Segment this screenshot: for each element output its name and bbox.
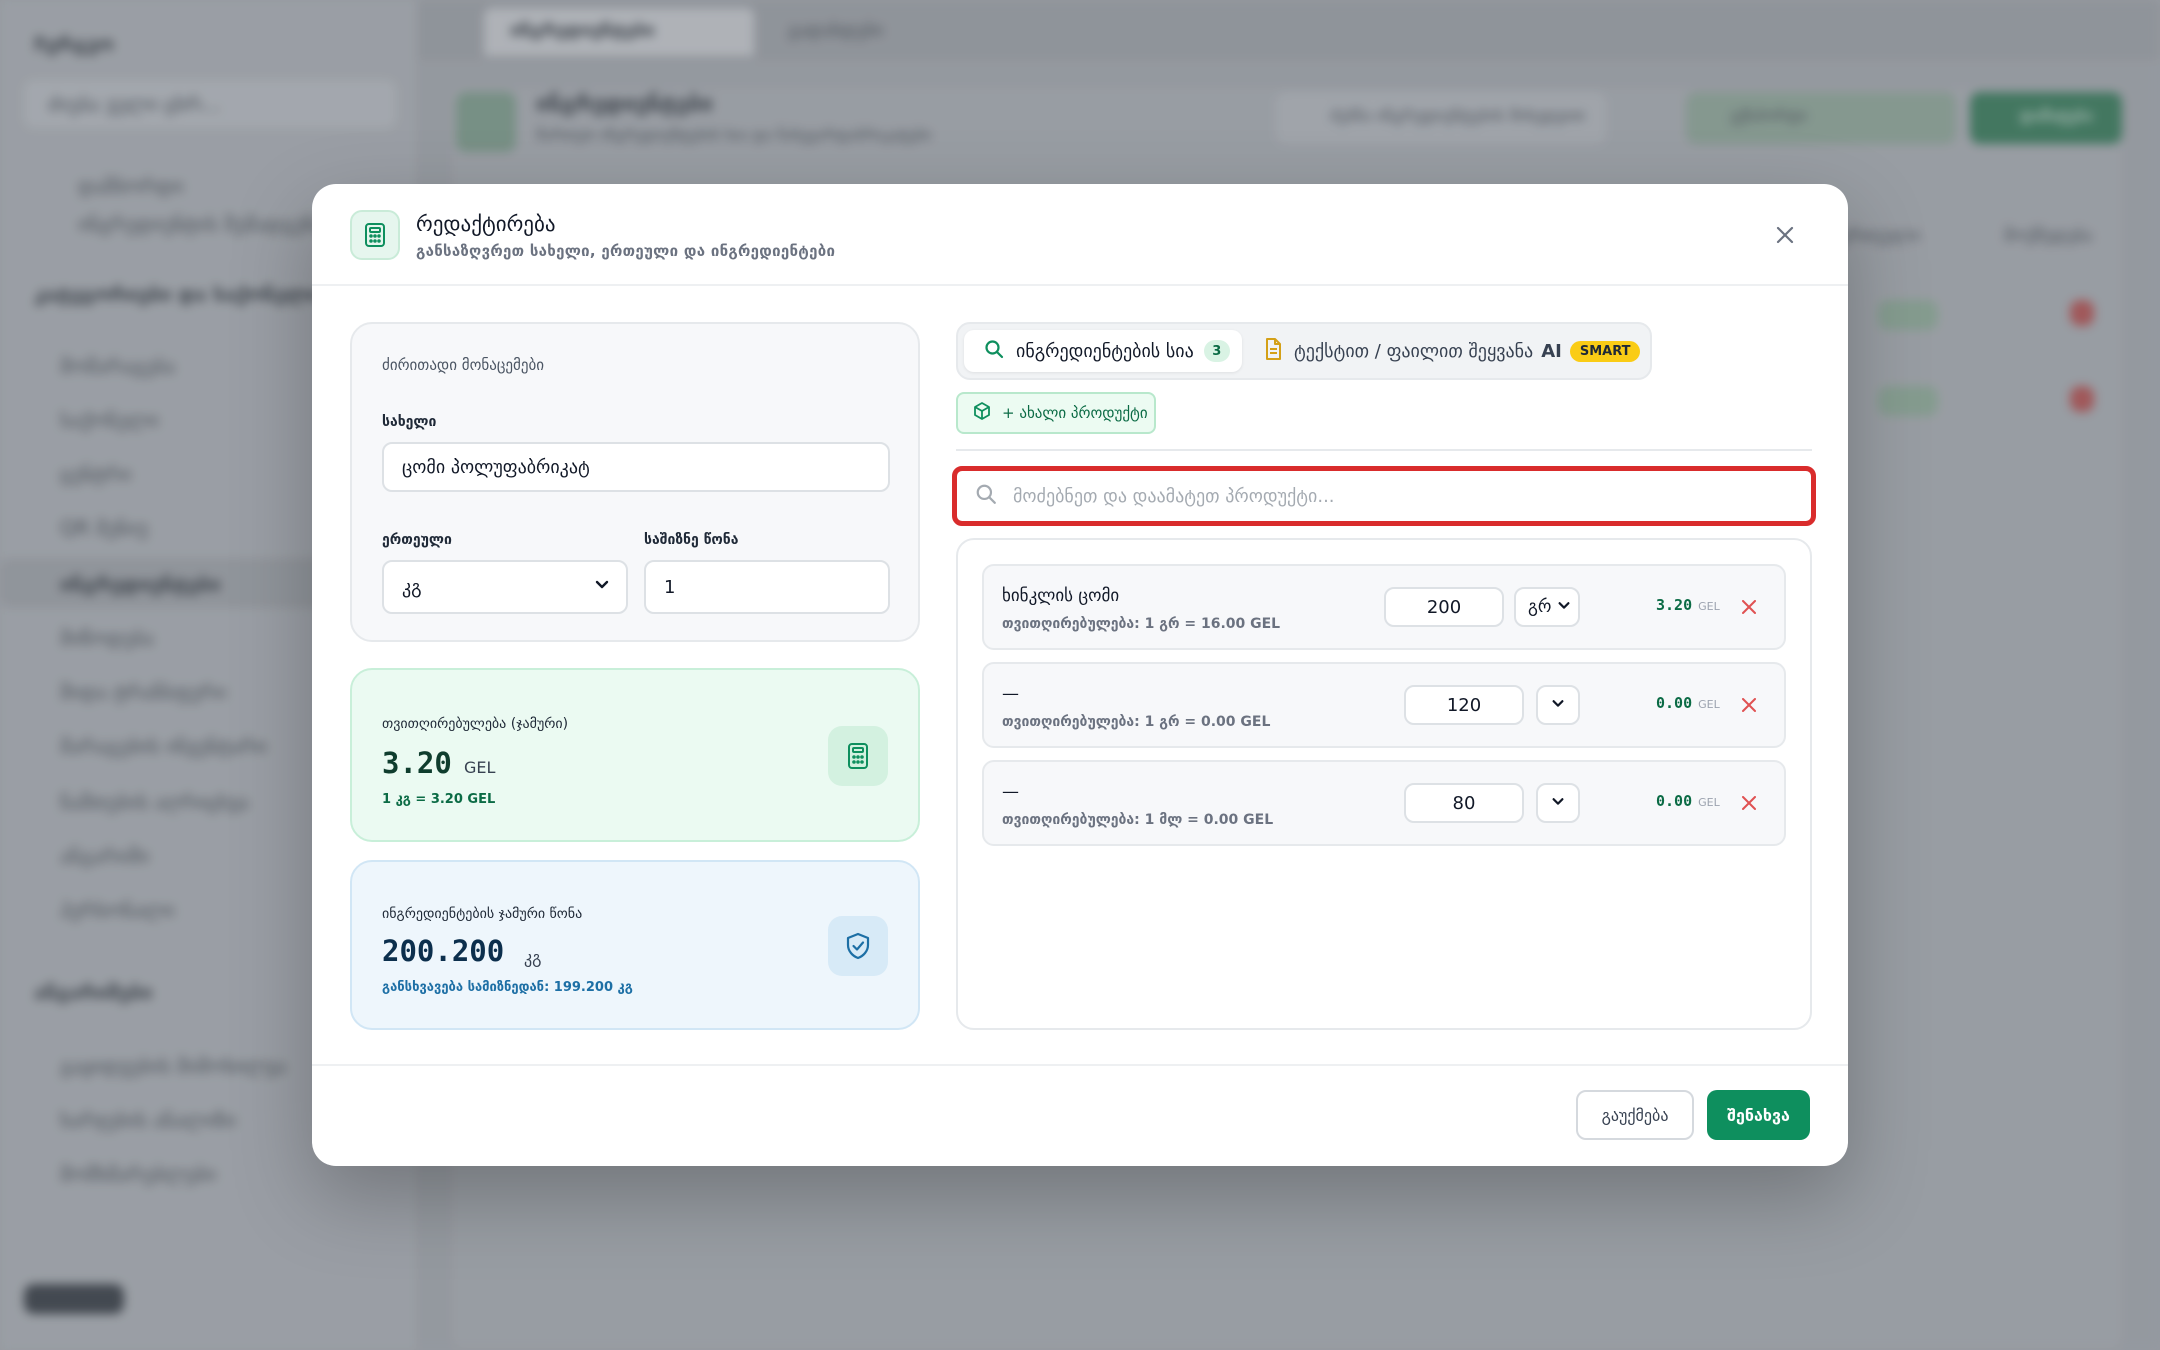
cost-per-unit: 1 კგ = 3.20 GEL <box>382 792 496 807</box>
ingredient-cost-currency: GEL <box>1698 796 1720 809</box>
tab-text-file-label: ტექსტით / ფაილით შეყვანა <box>1294 340 1534 362</box>
search-icon <box>975 483 997 509</box>
tab-text-file-input[interactable]: ტექსტით / ფაილით შეყვანა AI SMART <box>1254 330 1641 372</box>
chevron-down-icon <box>1551 695 1565 715</box>
basic-data-card: ძირითადი მონაცემები სახელი ცომი პოლუფაბრ… <box>350 322 920 642</box>
ingredient-cost-value: 0.00 <box>1656 792 1693 810</box>
ai-label: AI <box>1541 340 1562 362</box>
ingredient-qty-input[interactable]: 120 <box>1404 685 1524 725</box>
target-weight-input[interactable]: 1 <box>644 560 890 614</box>
search-icon <box>984 339 1004 363</box>
ingredient-row: — თვითღირებულება: 1 გრ = 0.00 GEL 120 0.… <box>982 662 1786 748</box>
modal-header: რედაქტირება განსაზღვრეთ სახელი, ერთეული … <box>312 184 1848 286</box>
ingredient-cost-value: 0.00 <box>1656 694 1693 712</box>
cost-summary-card: თვითღირებულება (ჯამური) 3.20 GEL 1 კგ = … <box>350 668 920 842</box>
ingredient-mode-tabs: ინგრედიენტების სია 3 ტექსტით / ფაილით შე… <box>956 322 1652 380</box>
ingredient-name: — <box>1002 684 1019 704</box>
ingredient-unit-cost: თვითღირებულება: 1 გრ = 16.00 GEL <box>1002 616 1281 632</box>
ingredient-count-badge: 3 <box>1203 340 1230 362</box>
ingredient-name: — <box>1002 782 1019 802</box>
save-button[interactable]: შენახვა <box>1707 1090 1810 1140</box>
chevron-down-icon <box>1557 597 1571 617</box>
chevron-down-icon <box>1551 793 1565 813</box>
weight-summary-card: ინგრედიენტების ჯამური წონა 200.200 კგ გა… <box>350 860 920 1030</box>
section-divider <box>956 449 1812 451</box>
smart-badge: SMART <box>1569 340 1641 362</box>
remove-ingredient-x-icon[interactable] <box>1740 794 1758 812</box>
shield-check-icon <box>828 916 888 976</box>
ingredient-cost-currency: GEL <box>1698 698 1720 711</box>
total-weight-value: 200.200 <box>382 934 505 968</box>
calculator-icon <box>350 210 400 260</box>
cost-value: 3.20 <box>382 746 452 780</box>
ingredient-unit-select[interactable] <box>1536 685 1580 725</box>
ingredient-qty-input[interactable]: 80 <box>1404 783 1524 823</box>
ingredient-qty-input[interactable]: 200 <box>1384 587 1504 627</box>
cost-label: თვითღირებულება (ჯამური) <box>382 716 569 732</box>
close-icon[interactable] <box>1772 222 1798 248</box>
ingredient-unit-cost: თვითღირებულება: 1 გრ = 0.00 GEL <box>1002 714 1271 730</box>
weight-difference: განსხვავება სამიზნედან: 199.200 კგ <box>382 980 633 995</box>
ingredient-name: ხინკლის ცომი <box>1002 586 1120 606</box>
remove-ingredient-x-icon[interactable] <box>1740 696 1758 714</box>
ingredient-list: ხინკლის ცომი თვითღირებულება: 1 გრ = 16.0… <box>956 538 1812 1030</box>
tab-ingredient-list[interactable]: ინგრედიენტების სია 3 <box>964 330 1242 372</box>
chevron-down-icon <box>594 576 610 597</box>
product-search-input[interactable]: მოძებნეთ და დაამატეთ პროდუქტი... <box>952 466 1816 526</box>
total-weight-unit: კგ <box>524 948 542 967</box>
tab-ingredient-list-label: ინგრედიენტების სია <box>1016 340 1194 362</box>
edit-modal: რედაქტირება განსაზღვრეთ სახელი, ერთეული … <box>312 184 1848 1166</box>
document-icon <box>1264 338 1282 364</box>
unit-select[interactable]: კგ <box>382 560 628 614</box>
ingredient-cost: 0.00 GEL <box>1656 792 1720 810</box>
ingredient-row: — თვითღირებულება: 1 მლ = 0.00 GEL 80 0.0… <box>982 760 1786 846</box>
ingredient-cost-currency: GEL <box>1698 600 1720 613</box>
ingredient-row: ხინკლის ცომი თვითღირებულება: 1 გრ = 16.0… <box>982 564 1786 650</box>
ingredient-cost: 0.00 GEL <box>1656 694 1720 712</box>
ingredient-unit-select[interactable] <box>1536 783 1580 823</box>
ingredient-cost: 3.20 GEL <box>1656 596 1720 614</box>
ingredient-unit-select[interactable]: გრ <box>1514 587 1580 627</box>
remove-ingredient-x-icon[interactable] <box>1740 598 1758 616</box>
total-weight-label: ინგრედიენტების ჯამური წონა <box>382 906 583 922</box>
calculator-icon <box>828 726 888 786</box>
unit-label: ერთეული <box>382 532 452 548</box>
name-label: სახელი <box>382 414 437 430</box>
basic-data-heading: ძირითადი მონაცემები <box>382 356 544 374</box>
modal-title: რედაქტირება <box>416 212 556 236</box>
modal-subtitle: განსაზღვრეთ სახელი, ერთეული და ინგრედიენ… <box>416 242 836 260</box>
ingredient-cost-value: 3.20 <box>1656 596 1693 614</box>
cancel-button[interactable]: გაუქმება <box>1576 1090 1694 1140</box>
name-input[interactable]: ცომი პოლუფაბრიკატ <box>382 442 890 492</box>
cost-currency: GEL <box>464 758 496 777</box>
unit-select-value: კგ <box>402 576 422 598</box>
new-product-label: + ახალი პროდუქტი <box>1002 404 1148 422</box>
cube-plus-icon <box>972 401 992 425</box>
new-product-button[interactable]: + ახალი პროდუქტი <box>956 392 1156 434</box>
search-placeholder: მოძებნეთ და დაამატეთ პროდუქტი... <box>1013 485 1335 507</box>
ingredient-unit-cost: თვითღირებულება: 1 მლ = 0.00 GEL <box>1002 812 1274 828</box>
target-weight-label: საშიზნე წონა <box>644 532 739 548</box>
ingredient-unit-value: გრ <box>1528 597 1552 617</box>
